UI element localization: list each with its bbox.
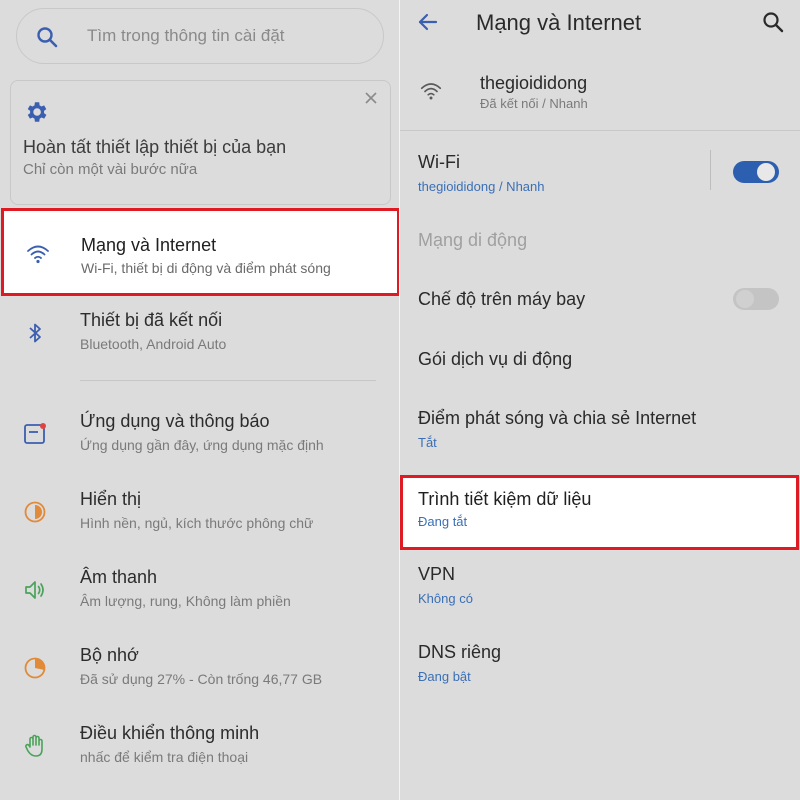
mobile-plan-setting[interactable]: Gói dịch vụ di động [418, 349, 788, 370]
setup-suggestion-card[interactable]: Hoàn tất thiết lập thiết bị của bạn Chỉ … [10, 80, 391, 205]
toggle-knob [736, 290, 754, 308]
settings-item-network-internet[interactable]: Mạng và Internet Wi-Fi, thiết bị di động… [1, 208, 400, 296]
toggle-separator [710, 150, 711, 190]
setup-card-subtitle: Chỉ còn một vài bước nữa [23, 161, 198, 178]
settings-item-smart-control[interactable]: Điều khiển thông minh nhấc để kiểm tra đ… [0, 711, 400, 783]
search-icon [37, 27, 58, 48]
settings-item-storage[interactable]: Bộ nhớ Đã sử dụng 27% - Còn trống 46,77 … [0, 633, 400, 705]
section-divider [80, 380, 376, 381]
mobile-network-setting: Mạng di động [418, 230, 788, 251]
wifi-toggle[interactable] [733, 161, 779, 183]
vpn-status: Không có [418, 591, 473, 606]
airplane-mode-toggle[interactable] [733, 288, 779, 310]
wifi-icon [420, 83, 442, 100]
network-internet-panel: Mạng và Internet thegioididong Đã kết nố… [400, 0, 800, 800]
toggle-knob [757, 163, 775, 181]
settings-item-apps-notifications[interactable]: Ứng dụng và thông báo Ứng dụng gần đây, … [0, 399, 400, 471]
setup-card-title: Hoàn tất thiết lập thiết bị của bạn [23, 137, 287, 157]
hotspot-tethering-setting[interactable]: Điểm phát sóng và chia sẻ Internet Tắt [418, 408, 788, 450]
storage-icon [24, 657, 46, 679]
settings-item-title: Mạng và Internet [81, 235, 217, 255]
settings-search-bar[interactable]: Tìm trong thông tin cài đặt [16, 8, 384, 64]
gear-icon [27, 102, 47, 122]
hotspot-title: Điểm phát sóng và chia sẻ Internet [418, 408, 697, 428]
close-icon[interactable] [364, 91, 378, 105]
settings-item-subtitle: Bluetooth, Android Auto [80, 336, 227, 352]
settings-item-subtitle: Hình nền, ngủ, kích thước phông chữ [80, 515, 314, 531]
network-ssid: thegioididong [480, 73, 588, 93]
search-icon[interactable] [761, 10, 785, 34]
search-placeholder: Tìm trong thông tin cài đặt [87, 26, 285, 45]
settings-item-subtitle: nhấc để kiểm tra điện thoại [80, 749, 249, 765]
network-status: Đã kết nối / Nhanh [480, 96, 588, 111]
mobile-network-title: Mạng di động [418, 230, 528, 250]
settings-item-title: Điều khiển thông minh [80, 723, 260, 743]
wifi-icon [27, 245, 49, 264]
vpn-setting[interactable]: VPN Không có [418, 564, 788, 606]
apps-icon [24, 423, 46, 444]
data-saver-status: Đang tắt [418, 514, 468, 529]
bluetooth-icon [29, 323, 41, 343]
back-arrow-icon[interactable] [416, 10, 440, 34]
settings-item-subtitle: Âm lượng, rung, Không làm phiền [80, 593, 291, 609]
settings-item-subtitle: Ứng dụng gần đây, ứng dụng mặc định [80, 437, 324, 453]
settings-item-subtitle: Đã sử dụng 27% - Còn trống 46,77 GB [80, 671, 323, 687]
settings-item-title: Thiết bị đã kết nối [80, 310, 223, 330]
settings-item-connected-devices[interactable]: Thiết bị đã kết nối Bluetooth, Android A… [0, 298, 400, 370]
mobile-plan-title: Gói dịch vụ di động [418, 349, 573, 369]
settings-item-title: Âm thanh [80, 567, 158, 587]
connected-network-row[interactable]: thegioididong Đã kết nối / Nhanh [400, 62, 800, 130]
settings-main-panel: Tìm trong thông tin cài đặt Hoàn tất thi… [0, 0, 400, 800]
vpn-title: VPN [418, 564, 456, 584]
wifi-subtitle: thegioididong / Nhanh [418, 179, 545, 194]
settings-item-subtitle: Wi-Fi, thiết bị di động và điểm phát són… [81, 260, 331, 276]
data-saver-title: Trình tiết kiệm dữ liệu [418, 489, 592, 509]
volume-icon [25, 581, 44, 599]
settings-item-title: Bộ nhớ [80, 645, 139, 665]
private-dns-status: Đang bật [418, 669, 471, 684]
page-title: Mạng và Internet [476, 10, 642, 35]
settings-item-title: Ứng dụng và thông báo [80, 411, 270, 431]
gesture-hand-icon [25, 734, 43, 757]
hotspot-status: Tắt [418, 435, 437, 450]
brightness-icon [24, 501, 46, 523]
private-dns-setting[interactable]: DNS riêng Đang bật [418, 642, 788, 684]
settings-item-sound[interactable]: Âm thanh Âm lượng, rung, Không làm phiền [0, 555, 400, 627]
section-divider [400, 130, 800, 131]
settings-item-display[interactable]: Hiển thị Hình nền, ngủ, kích thước phông… [0, 477, 400, 549]
data-saver-setting[interactable]: Trình tiết kiệm dữ liệu Đang tắt [400, 475, 799, 550]
private-dns-title: DNS riêng [418, 642, 502, 662]
settings-item-title: Hiển thị [80, 489, 142, 509]
